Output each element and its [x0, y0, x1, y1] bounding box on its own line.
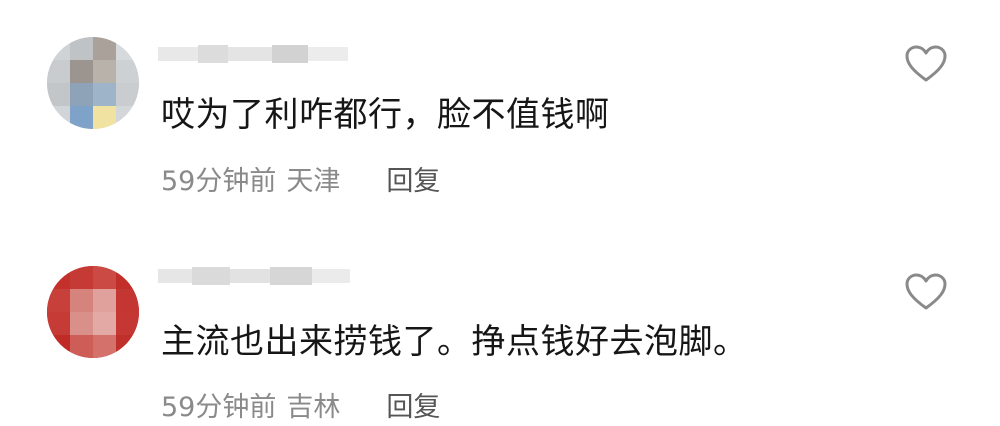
avatar-pixel — [70, 289, 93, 312]
avatar-image — [47, 266, 139, 358]
avatar-pixel — [47, 335, 70, 358]
avatar-pixel — [93, 83, 116, 106]
comment-item: 哎为了利咋都行，脸不值钱啊 59分钟前 天津 回复 — [0, 0, 1000, 215]
username-blurred[interactable] — [158, 254, 350, 298]
like-button[interactable] — [904, 44, 948, 84]
avatar-pixel — [47, 312, 70, 335]
avatar-pixel — [93, 289, 116, 312]
avatar-pixel — [70, 83, 93, 106]
heart-outline-icon — [905, 45, 947, 82]
avatar-image — [47, 37, 139, 129]
avatar-pixel — [93, 312, 116, 335]
heart-outline-icon — [905, 273, 947, 310]
avatar[interactable] — [47, 266, 139, 358]
comment-item: 主流也出来捞钱了。挣点钱好去泡脚。 59分钟前 吉林 回复 — [0, 230, 1000, 423]
comment-text: 哎为了利咋都行，脸不值钱啊 — [161, 95, 610, 135]
comment-meta: 59分钟前 天津 回复 — [161, 164, 440, 200]
avatar-pixel — [116, 60, 139, 83]
avatar-pixel — [93, 37, 116, 60]
like-button[interactable] — [904, 272, 948, 312]
comment-text: 主流也出来捞钱了。挣点钱好去泡脚。 — [161, 322, 748, 362]
avatar-pixel — [47, 289, 70, 312]
avatar-pixel — [47, 106, 70, 129]
avatar-pixel — [93, 266, 116, 289]
avatar-pixel — [116, 106, 139, 129]
avatar-pixel — [70, 335, 93, 358]
avatar-pixel — [93, 106, 116, 129]
avatar-pixel — [93, 335, 116, 358]
avatar-pixel — [116, 312, 139, 335]
avatar-pixel — [116, 37, 139, 60]
comment-time: 59分钟前 — [161, 166, 277, 197]
avatar-pixel — [47, 60, 70, 83]
comment-meta: 59分钟前 吉林 回复 — [161, 390, 440, 426]
avatar-pixel — [47, 266, 70, 289]
comment-location: 吉林 — [286, 392, 341, 423]
comment-time: 59分钟前 — [161, 392, 277, 423]
comment-location: 天津 — [286, 166, 341, 197]
avatar-pixel — [70, 37, 93, 60]
avatar-pixel — [116, 266, 139, 289]
avatar-pixel — [47, 37, 70, 60]
avatar-pixel — [47, 83, 70, 106]
avatar-pixel — [70, 106, 93, 129]
avatar-pixel — [93, 60, 116, 83]
avatar-pixel — [116, 83, 139, 106]
avatar-pixel — [70, 60, 93, 83]
reply-button[interactable]: 回复 — [386, 164, 440, 200]
avatar-pixel — [70, 266, 93, 289]
username-blurred[interactable] — [158, 32, 348, 76]
avatar-pixel — [70, 312, 93, 335]
avatar[interactable] — [47, 37, 139, 129]
avatar-pixel — [116, 335, 139, 358]
reply-button[interactable]: 回复 — [386, 390, 440, 426]
avatar-pixel — [116, 289, 139, 312]
